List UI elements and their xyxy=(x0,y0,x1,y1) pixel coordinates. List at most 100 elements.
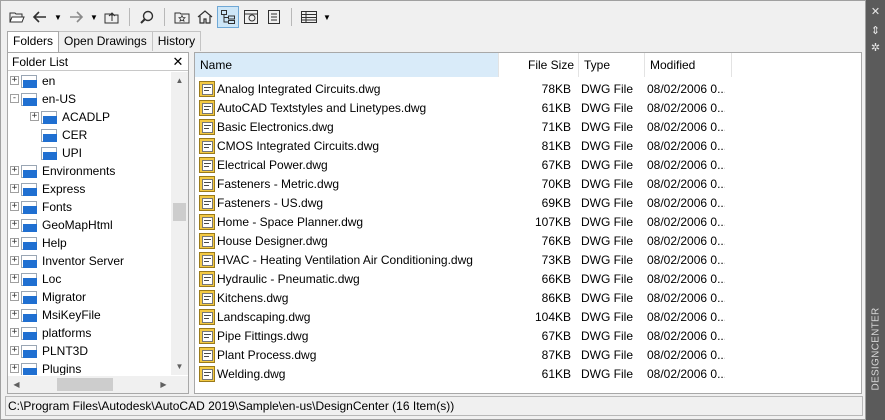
home-button[interactable] xyxy=(194,6,216,28)
scroll-left-arrow-icon[interactable]: ◀ xyxy=(8,376,25,393)
folder-tree-item[interactable]: UPI xyxy=(8,144,172,162)
expand-icon[interactable]: + xyxy=(30,112,39,121)
horizontal-scroll-thumb[interactable] xyxy=(57,378,113,391)
expand-icon[interactable]: + xyxy=(10,364,19,373)
expand-icon[interactable]: + xyxy=(10,220,19,229)
scroll-right-arrow-icon[interactable]: ▶ xyxy=(155,376,172,393)
dwg-file-icon xyxy=(199,156,215,173)
expand-icon[interactable]: + xyxy=(10,166,19,175)
dwg-file-icon xyxy=(199,327,215,344)
auto-hide-button[interactable]: ⇕ xyxy=(870,25,881,36)
tab-history[interactable]: History xyxy=(151,31,202,51)
folder-tree-item[interactable]: + Express xyxy=(8,180,172,198)
file-row[interactable]: Fasteners - US.dwg 69KB DWG File 08/02/2006… xyxy=(195,193,861,212)
chevron-down-icon[interactable]: ▼ xyxy=(52,6,64,28)
scroll-down-arrow-icon[interactable]: ▼ xyxy=(171,358,188,375)
forward-arrow-button[interactable] xyxy=(65,6,87,28)
expand-icon[interactable]: + xyxy=(10,328,19,337)
file-type: DWG File xyxy=(581,271,633,286)
file-name: Landscaping.dwg xyxy=(217,309,311,324)
file-size: 67KB xyxy=(541,157,571,172)
folder-tree-item-label: Loc xyxy=(42,272,62,286)
folder-tree-item[interactable]: + Loc xyxy=(8,270,172,288)
folder-tree-item[interactable]: + platforms xyxy=(8,324,172,342)
file-row[interactable]: AutoCAD Textstyles and Linetypes.dwg 61KB… xyxy=(195,98,861,117)
file-row[interactable]: CMOS Integrated Circuits.dwg 81KB DWG File… xyxy=(195,136,861,155)
file-row[interactable]: Landscaping.dwg 104KB DWG File 08/02/2006 0… xyxy=(195,307,861,326)
file-row[interactable]: Home - Space Planner.dwg 107KB DWG File 08/… xyxy=(195,212,861,231)
column-header-modified[interactable]: Modified xyxy=(645,53,732,77)
file-row[interactable]: Hydraulic - Pneumatic.dwg 66KB DWG File 08/… xyxy=(195,269,861,288)
file-type: DWG File xyxy=(581,290,633,305)
file-row[interactable]: Kitchens.dwg 86KB DWG File 08/02/2006 0... xyxy=(195,288,861,307)
file-modified: 08/02/2006 0... xyxy=(647,176,725,191)
description-button[interactable] xyxy=(263,6,285,28)
folder-tree-item[interactable]: + Migrator xyxy=(8,288,172,306)
file-row[interactable]: Analog Integrated Circuits.dwg 78KB DWG Fi… xyxy=(195,79,861,98)
file-name-cell: Plant Process.dwg xyxy=(195,346,499,363)
file-row[interactable]: HVAC - Heating Ventilation Air Condition… xyxy=(195,250,861,269)
folder-tree-item[interactable]: + ACADLP xyxy=(8,108,172,126)
file-row[interactable]: Plant Process.dwg 87KB DWG File 08/02/2006 … xyxy=(195,345,861,364)
folder-tree-horizontal-scrollbar[interactable]: ◀ ▶ xyxy=(8,376,172,393)
expand-icon[interactable]: + xyxy=(10,256,19,265)
folder-tree-item[interactable]: + Inventor Server xyxy=(8,252,172,270)
preview-icon xyxy=(243,9,259,25)
column-header-file-size[interactable]: File Size xyxy=(499,53,579,77)
file-modified: 08/02/2006 0... xyxy=(647,100,725,115)
folder-tree-item[interactable]: + Environments xyxy=(8,162,172,180)
up-folder-button[interactable] xyxy=(101,6,123,28)
close-folder-list-button[interactable]: ✕ xyxy=(171,54,185,69)
open-folder-button[interactable] xyxy=(6,6,28,28)
vertical-scroll-thumb[interactable] xyxy=(173,203,186,221)
file-row[interactable]: Welding.dwg 61KB DWG File 08/02/2006 0... xyxy=(195,364,861,383)
expand-icon[interactable]: + xyxy=(10,238,19,247)
folder-tree-item-label: Fonts xyxy=(42,200,73,214)
expand-icon[interactable]: + xyxy=(10,184,19,193)
search-button[interactable] xyxy=(136,6,158,28)
tree-view-toggle-button[interactable] xyxy=(217,6,239,28)
folder-tree-item[interactable]: CER xyxy=(8,126,172,144)
column-header-type[interactable]: Type xyxy=(579,53,645,77)
close-palette-button[interactable]: ✕ xyxy=(870,6,881,17)
file-name-cell: Kitchens.dwg xyxy=(195,289,499,306)
tab-folders[interactable]: Folders xyxy=(7,31,60,52)
folder-icon xyxy=(41,111,57,124)
scroll-up-arrow-icon[interactable]: ▲ xyxy=(171,72,188,89)
expand-icon[interactable]: + xyxy=(10,202,19,211)
column-header-name[interactable]: Name xyxy=(195,53,499,77)
expand-icon[interactable]: + xyxy=(10,310,19,319)
folder-tree-item[interactable]: + PLNT3D xyxy=(8,342,172,360)
file-row[interactable]: Electrical Power.dwg 67KB DWG File 08/02/20… xyxy=(195,155,861,174)
properties-button[interactable]: ✲ xyxy=(870,42,881,53)
file-row[interactable]: Fasteners - Metric.dwg 70KB DWG File 08/02/… xyxy=(195,174,861,193)
favorites-button[interactable] xyxy=(171,6,193,28)
views-button[interactable] xyxy=(298,6,320,28)
folder-tree-vertical-scrollbar[interactable]: ▲ ▼ xyxy=(171,72,188,375)
folder-tree-item[interactable]: + Fonts xyxy=(8,198,172,216)
file-row[interactable]: Basic Electronics.dwg 71KB DWG File 08/02/2… xyxy=(195,117,861,136)
expand-icon[interactable]: + xyxy=(10,346,19,355)
file-type: DWG File xyxy=(581,119,633,134)
expand-icon[interactable]: + xyxy=(10,292,19,301)
file-row[interactable]: House Designer.dwg 76KB DWG File 08/02/2006… xyxy=(195,231,861,250)
dwg-file-icon xyxy=(199,365,215,382)
tab-open-drawings[interactable]: Open Drawings xyxy=(58,31,153,51)
back-arrow-button[interactable] xyxy=(29,6,51,28)
preview-button[interactable] xyxy=(240,6,262,28)
expand-icon[interactable]: + xyxy=(10,76,19,85)
expand-icon[interactable]: + xyxy=(10,274,19,283)
collapse-icon[interactable]: - xyxy=(10,94,19,103)
folder-tree-item[interactable]: + MsiKeyFile xyxy=(8,306,172,324)
chevron-down-icon[interactable]: ▼ xyxy=(321,6,333,28)
folder-tree-item[interactable]: + GeoMapHtml xyxy=(8,216,172,234)
folder-tree-item-label: Migrator xyxy=(42,290,87,304)
folder-tree-item[interactable]: + Help xyxy=(8,234,172,252)
folder-tree-item[interactable]: - en-US xyxy=(8,90,172,108)
file-row[interactable]: Pipe Fittings.dwg 67KB DWG File 08/02/2006 … xyxy=(195,326,861,345)
folder-tree-item[interactable]: + Plugins xyxy=(8,360,172,375)
file-list-panel: Name File Size Type Modified Analog Inte… xyxy=(194,52,862,394)
folder-tree-item[interactable]: + en xyxy=(8,72,172,90)
chevron-down-icon[interactable]: ▼ xyxy=(88,6,100,28)
folder-icon xyxy=(21,291,37,304)
